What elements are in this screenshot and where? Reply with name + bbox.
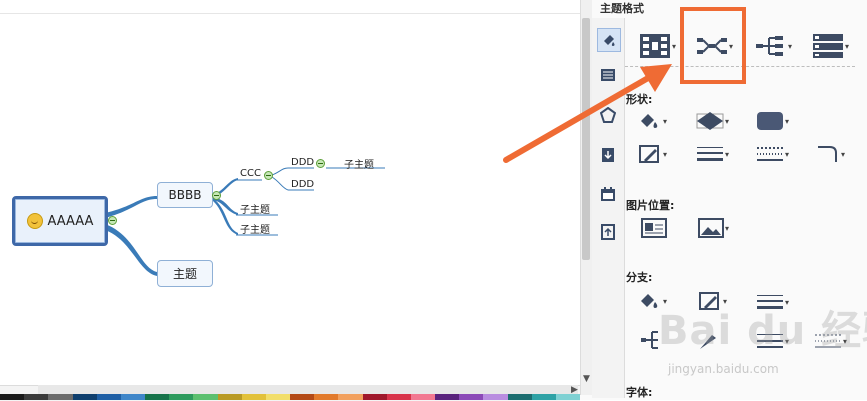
collapse-toggle-ccc[interactable] xyxy=(264,171,273,180)
watermark-logo: Bai du 经验 xyxy=(658,308,867,354)
topic-ddd-child[interactable]: 子主题 xyxy=(344,156,374,171)
highlight-box xyxy=(680,7,746,84)
topic-sub-1[interactable]: 子主题 xyxy=(240,201,270,216)
fill-bucket-icon xyxy=(641,114,658,128)
panel-title: 主题格式 xyxy=(600,2,644,15)
branch-lines xyxy=(105,167,385,276)
structure-tree-button[interactable]: ▾ xyxy=(755,31,792,61)
border-color-button[interactable]: ▾ xyxy=(638,144,667,164)
root-topic[interactable]: AAAAA xyxy=(12,196,108,246)
branch-ccc-ddd1 xyxy=(271,167,289,176)
collapse-toggle-ddd[interactable] xyxy=(316,159,325,168)
topic-zhuti-label: 主题 xyxy=(172,267,197,281)
shape-rounded-button[interactable]: ▾ xyxy=(756,111,789,131)
root-topic-label: AAAAA xyxy=(47,213,94,229)
download-icon[interactable] xyxy=(597,144,619,166)
section-image-position-label: 图片位置: xyxy=(626,199,675,212)
image-left-icon xyxy=(641,218,667,238)
topic-ddd-2[interactable]: DDD xyxy=(291,179,314,190)
line-style-button[interactable]: ▾ xyxy=(756,145,789,163)
map-structure-icon xyxy=(640,34,670,58)
section-branch-label: 分支: xyxy=(626,271,653,284)
mindmap-canvas[interactable]: AAAAA BBBB 主题 CCC DDD 子主题 DDD 子主题 子主题 xyxy=(0,0,580,385)
structure-list-button[interactable]: ▾ xyxy=(812,31,849,61)
line-weight-button[interactable]: ▾ xyxy=(696,145,729,163)
shape-diamond-button[interactable]: ▾ xyxy=(696,111,729,131)
section-shape-label: 形状: xyxy=(626,93,653,106)
diamond-shape-icon xyxy=(696,112,724,130)
topic-bbbb[interactable]: BBBB xyxy=(157,182,213,208)
collapse-toggle-root[interactable] xyxy=(108,216,117,225)
topic-zhuti[interactable]: 主题 xyxy=(157,260,213,287)
structure-map-button[interactable]: ▾ xyxy=(639,31,676,61)
scroll-down-arrow-icon[interactable]: ▼ xyxy=(583,374,590,384)
image-position-button[interactable]: ▾ xyxy=(698,218,729,238)
scroll-thumb[interactable] xyxy=(582,18,590,260)
topic-ccc[interactable]: CCC xyxy=(240,168,261,179)
rounded-rect-icon xyxy=(757,112,783,130)
calendar-icon[interactable] xyxy=(597,183,619,205)
dash-style-icon xyxy=(757,147,783,161)
branch-root-bbbb xyxy=(105,196,157,218)
topic-sub-2[interactable]: 子主题 xyxy=(240,221,270,236)
image-icon xyxy=(698,218,724,238)
image-left-button[interactable] xyxy=(641,218,667,238)
pentagon-icon[interactable] xyxy=(597,104,619,126)
section-font-label: 字体: xyxy=(626,386,653,399)
pen-border-icon xyxy=(639,145,659,163)
collapse-toggle-bbbb[interactable] xyxy=(212,191,221,200)
paint-bucket-icon[interactable] xyxy=(597,28,621,52)
list-icon[interactable] xyxy=(597,64,619,86)
vertical-scrollbar[interactable] xyxy=(580,0,592,395)
topic-bbbb-label: BBBB xyxy=(168,188,202,202)
tree-structure-icon xyxy=(756,36,783,56)
smile-icon xyxy=(26,213,43,229)
line-weight-icon xyxy=(697,147,723,161)
list-structure-icon xyxy=(813,34,843,58)
horizontal-scrollbar[interactable] xyxy=(38,385,578,394)
topic-ddd-1[interactable]: DDD xyxy=(291,157,314,168)
fill-color-button[interactable]: ▾ xyxy=(638,111,667,131)
corner-curve-icon xyxy=(818,146,837,162)
corner-style-button[interactable]: ▾ xyxy=(816,144,845,164)
color-palette[interactable] xyxy=(0,394,581,400)
side-tab-strip xyxy=(592,18,625,398)
branch-root-zhuti xyxy=(105,224,157,276)
branch-ccc-ddd2 xyxy=(271,176,289,191)
upload-icon[interactable] xyxy=(597,221,619,243)
watermark-url: jingyan.baidu.com xyxy=(668,362,779,376)
